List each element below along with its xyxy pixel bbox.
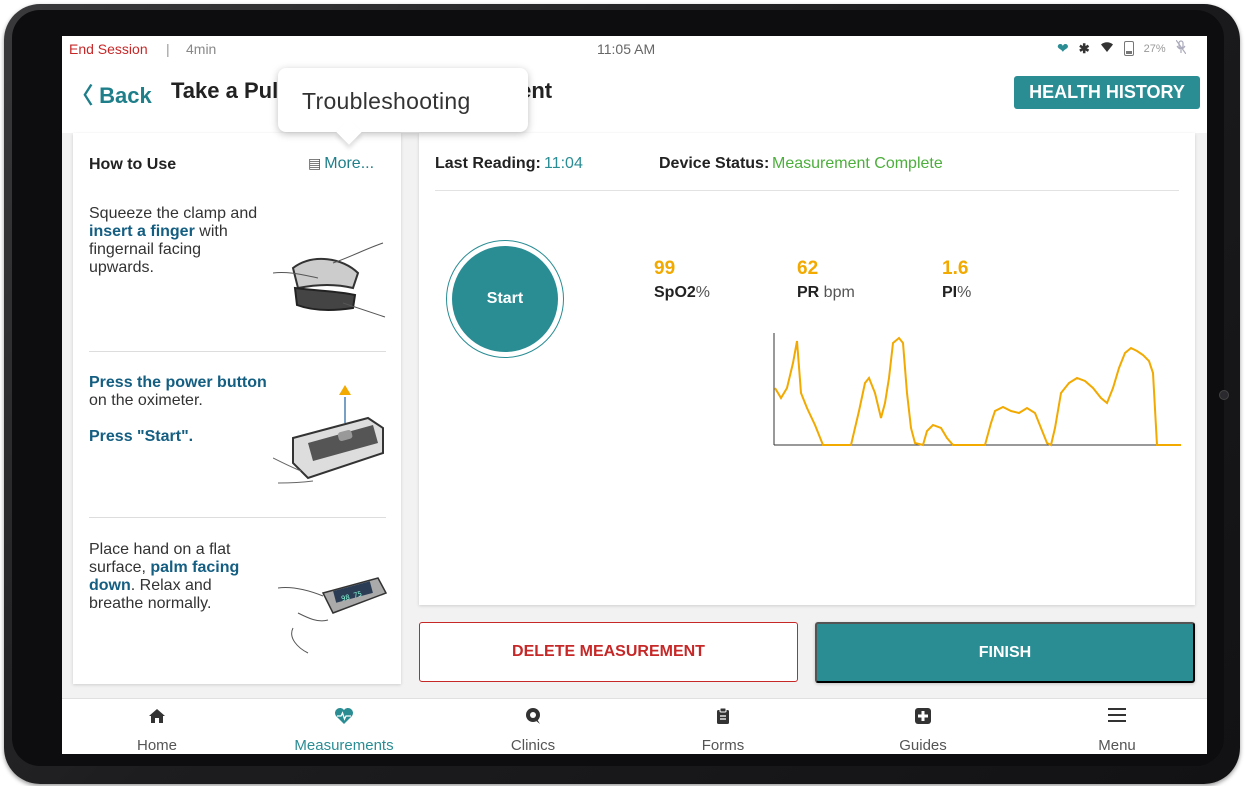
troubleshooting-tooltip[interactable]: Troubleshooting [278, 68, 528, 132]
step-divider-2 [89, 517, 386, 518]
plus-square-icon [828, 707, 1018, 730]
instruction-step-3: Place hand on a flat surface, palm facin… [89, 541, 259, 613]
more-label: More... [324, 155, 375, 172]
reading-panel: Last Reading: 11:04 Device Status: Measu… [419, 133, 1195, 605]
help-document-icon: ▤ [308, 155, 322, 171]
nav-guides-label: Guides [899, 737, 947, 754]
nav-menu[interactable]: Menu [1022, 699, 1207, 754]
battery-icon [1123, 41, 1134, 56]
reading-divider [435, 190, 1179, 191]
pr-value: 62 [797, 258, 819, 279]
status-icons: ❤ ✱ 27% [1057, 39, 1187, 57]
spo2-value: 99 [654, 258, 676, 279]
nav-home-label: Home [136, 737, 177, 754]
mic-muted-icon [1175, 39, 1187, 57]
pi-label-name: PI [942, 284, 958, 301]
last-reading-value: 11:04 [544, 155, 583, 172]
pr-label: PR bpm [797, 284, 855, 302]
instruction-step-1: Squeeze the clamp and insert a finger wi… [89, 205, 259, 277]
step-2-bold-b: Press "Start". [89, 428, 194, 445]
pi-value: 1.6 [942, 258, 969, 279]
home-icon [62, 707, 252, 730]
more-link[interactable]: ▤ More... [308, 155, 374, 173]
pi-label: PI% [942, 284, 971, 302]
nav-forms-label: Forms [701, 737, 745, 754]
app-screen: End Session | 4min 11:05 AM ❤ ✱ 27% 〈 Ba… [62, 36, 1207, 754]
power-button-illustration [273, 385, 384, 484]
spo2-label-name: SpO2 [654, 284, 696, 301]
nav-guides[interactable]: Guides [828, 699, 1018, 754]
nav-measurements[interactable]: Measurements [249, 699, 439, 754]
step-1-bold: insert a finger [89, 223, 195, 240]
how-to-use-title: How to Use [89, 156, 177, 173]
nav-forms[interactable]: Forms [628, 699, 818, 754]
start-button[interactable]: Start [452, 246, 558, 352]
finish-button[interactable]: FINISH [815, 622, 1195, 683]
device-status-label: Device Status: [659, 155, 770, 172]
health-history-button[interactable]: HEALTH HISTORY [1014, 76, 1200, 109]
nav-clinics-label: Clinics [510, 737, 556, 754]
clipboard-icon [628, 707, 818, 730]
page-header: 〈 Back Take a Pulse Oximeter Measurement… [62, 63, 1207, 133]
heart-monitor-icon: ❤ [1057, 40, 1069, 56]
pleth-waveform-chart [773, 333, 1181, 447]
hamburger-menu-icon [1022, 707, 1207, 728]
spo2-label-unit: % [695, 284, 711, 301]
status-clock: 11:05 AM [597, 41, 656, 57]
chat-bubble-icon [438, 707, 628, 730]
nav-home[interactable]: Home [62, 699, 252, 754]
nav-menu-label: Menu [1098, 737, 1136, 754]
last-reading-label: Last Reading: [435, 155, 541, 172]
how-to-use-panel: How to Use ▤ More... Squeeze the clamp an… [73, 133, 401, 684]
wifi-icon [1100, 41, 1114, 56]
step-divider-1 [89, 351, 386, 352]
step-1-text-a: Squeeze the clamp and [89, 205, 258, 222]
finger-clamp-illustration [273, 242, 386, 318]
status-bar: End Session | 4min 11:05 AM ❤ ✱ 27% [62, 36, 1207, 63]
pr-label-unit: bpm [819, 284, 855, 301]
camera-dot [1219, 390, 1229, 400]
step-2-bold: Press the power button [89, 374, 267, 391]
bottom-navigation: Home Measurements Clinics Forms Guides M… [62, 698, 1207, 754]
session-duration: 4min [186, 41, 217, 57]
back-button[interactable]: 〈 Back [71, 78, 152, 110]
device-status-value: Measurement Complete [772, 155, 943, 172]
bluetooth-icon: ✱ [1078, 40, 1090, 56]
end-session-link[interactable]: End Session [69, 41, 148, 57]
tooltip-text: Troubleshooting [302, 88, 471, 114]
step-2-text: on the oximeter. [89, 392, 203, 409]
palm-down-illustration: 98 75 [278, 577, 388, 654]
spo2-label: SpO2% [654, 284, 710, 302]
instruction-step-2: Press the power button on the oximeter. P… [89, 374, 289, 446]
nav-measurements-label: Measurements [294, 737, 394, 754]
battery-level: 27% [1143, 42, 1166, 55]
pi-label-unit: % [957, 284, 972, 301]
waveform-line [774, 336, 1181, 447]
heart-pulse-icon [249, 707, 439, 730]
pr-label-name: PR [797, 284, 820, 301]
delete-measurement-button[interactable]: DELETE MEASUREMENT [419, 622, 798, 682]
status-separator: | [166, 41, 170, 57]
nav-clinics[interactable]: Clinics [438, 699, 628, 754]
